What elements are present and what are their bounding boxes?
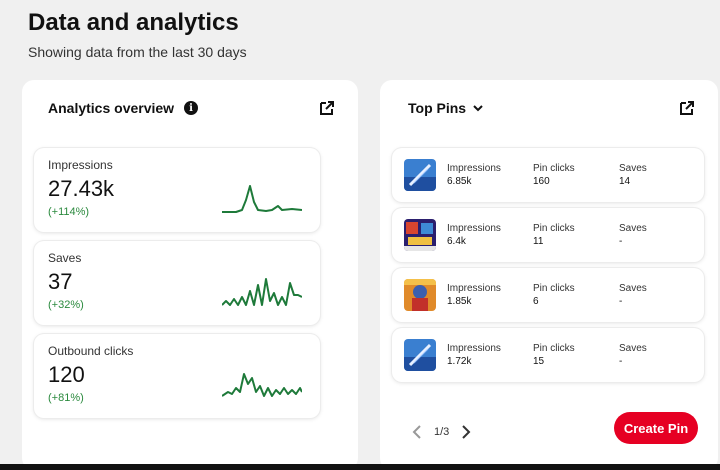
bottom-bar (0, 464, 720, 470)
create-pin-button[interactable]: Create Pin (614, 412, 698, 444)
metric-value: 37 (48, 269, 73, 294)
top-pins-card: Top Pins Impressions 6.85k Pin clicks 16… (380, 80, 718, 470)
metric-label: Saves (48, 251, 82, 265)
metric-change: (+114%) (48, 206, 90, 218)
top-pin-row[interactable]: Impressions 1.85k Pin clicks 6 Saves - (392, 268, 704, 322)
pin-thumbnail (404, 219, 436, 251)
pin-saves: Saves - (619, 283, 647, 307)
pin-clicks: Pin clicks 160 (533, 163, 575, 187)
pin-thumbnail (404, 159, 436, 191)
external-link-icon[interactable] (318, 99, 336, 117)
chevron-right-icon[interactable] (457, 424, 473, 440)
info-icon[interactable]: i (184, 101, 199, 115)
metric-value: 27.43k (48, 176, 115, 201)
metric-card-saves[interactable]: Saves 37 (+32%) (34, 241, 320, 325)
pin-thumbnail (404, 279, 436, 311)
page-title: Data and analytics (28, 9, 239, 36)
pin-impressions: Impressions 1.85k (447, 283, 501, 307)
top-pins-title[interactable]: Top Pins (408, 100, 466, 116)
external-link-icon[interactable] (678, 99, 696, 117)
top-pin-row[interactable]: Impressions 6.4k Pin clicks 11 Saves - (392, 208, 704, 262)
pin-impressions: Impressions 1.72k (447, 343, 501, 367)
pin-clicks: Pin clicks 6 (533, 283, 575, 307)
chevron-left-icon[interactable] (410, 424, 426, 440)
pin-impressions: Impressions 6.85k (447, 163, 501, 187)
metric-label: Outbound clicks (48, 344, 134, 358)
page-subtitle: Showing data from the last 30 days (28, 44, 247, 60)
chevron-down-icon[interactable] (472, 102, 484, 114)
pin-impressions: Impressions 6.4k (447, 223, 501, 247)
analytics-overview-header: Analytics overview i (48, 100, 199, 116)
top-pin-row[interactable]: Impressions 1.72k Pin clicks 15 Saves - (392, 328, 704, 382)
pin-clicks: Pin clicks 11 (533, 223, 575, 247)
metric-change: (+32%) (48, 299, 84, 311)
metric-label: Impressions (48, 158, 113, 172)
impressions-sparkline (222, 185, 302, 213)
pin-saves: Saves 14 (619, 163, 647, 187)
analytics-overview-card: Analytics overview i Impressions 27.43k … (22, 80, 358, 470)
top-pin-row[interactable]: Impressions 6.85k Pin clicks 160 Saves 1… (392, 148, 704, 202)
page-indicator: 1/3 (434, 426, 450, 438)
metric-card-impressions[interactable]: Impressions 27.43k (+114%) (34, 148, 320, 232)
pin-clicks: Pin clicks 15 (533, 343, 575, 367)
metric-change: (+81%) (48, 392, 84, 404)
pin-saves: Saves - (619, 223, 647, 247)
metric-value: 120 (48, 362, 85, 387)
pagination: 1/3 (410, 424, 473, 440)
analytics-overview-title: Analytics overview (48, 100, 175, 116)
top-pins-header[interactable]: Top Pins (408, 100, 484, 116)
metric-card-outbound-clicks[interactable]: Outbound clicks 120 (+81%) (34, 334, 320, 418)
outbound-clicks-sparkline (222, 373, 302, 397)
pin-thumbnail (404, 339, 436, 371)
pin-saves: Saves - (619, 343, 647, 367)
saves-sparkline (222, 278, 302, 306)
